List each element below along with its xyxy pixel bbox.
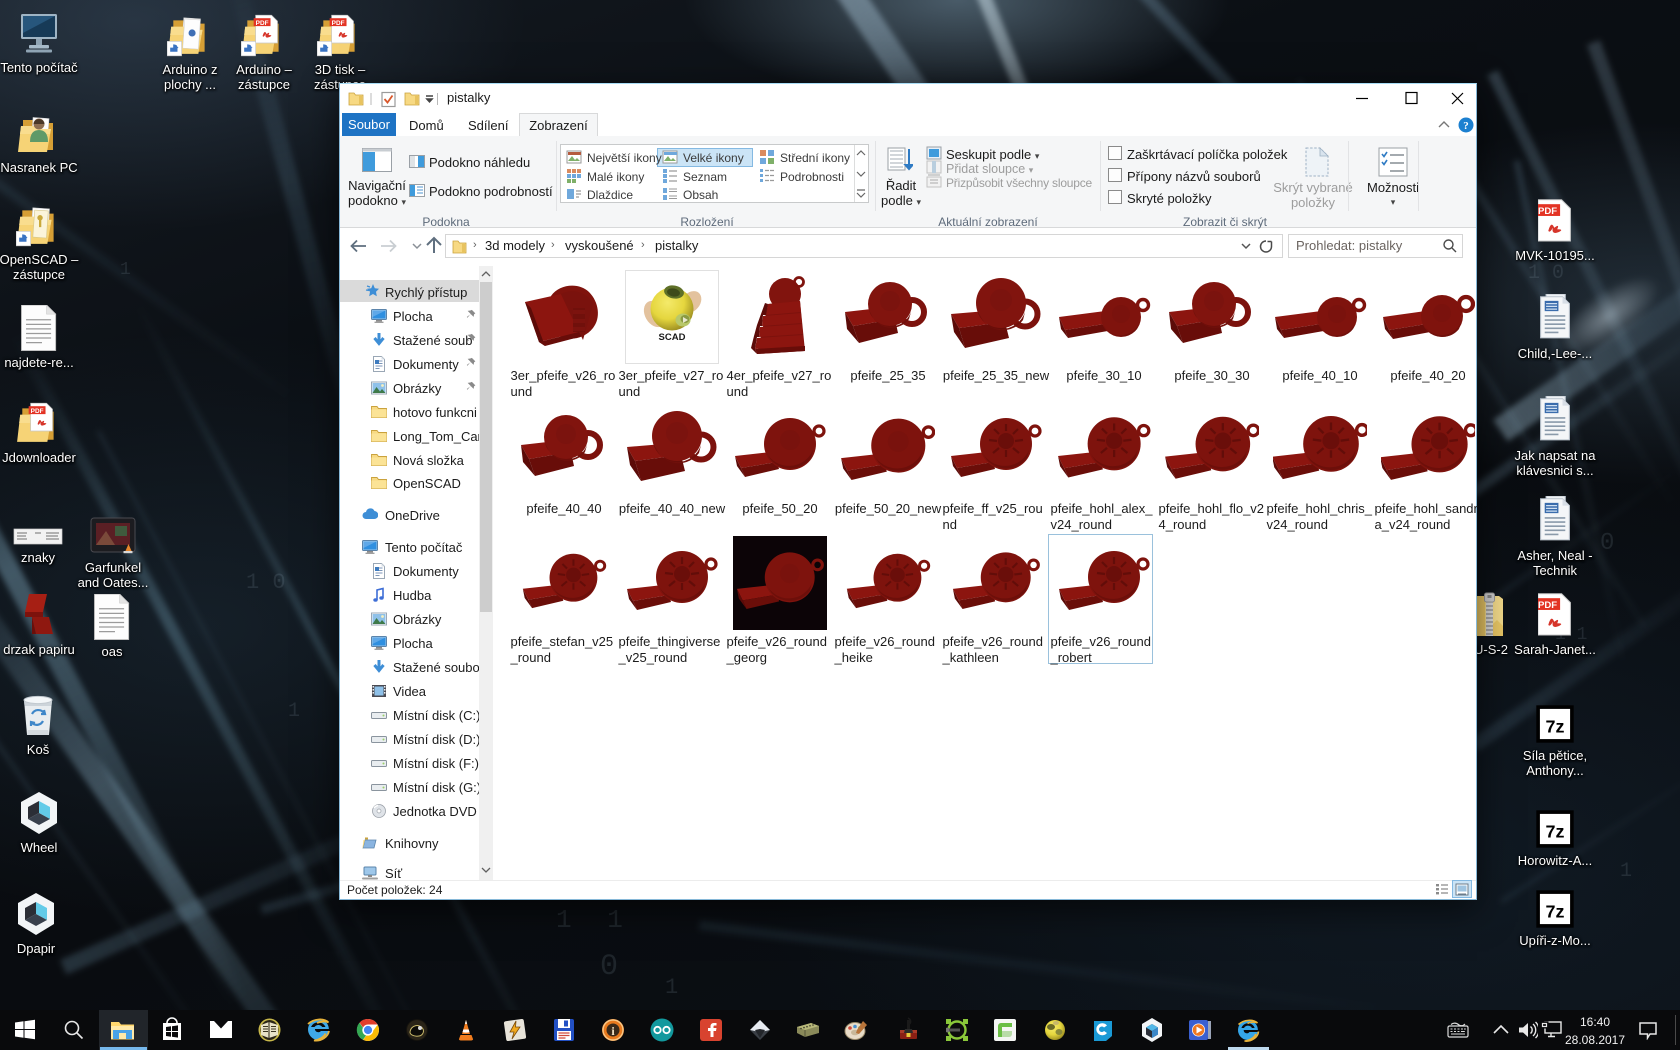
svg-text:SCAD: SCAD	[659, 332, 686, 343]
svg-text:?: ?	[1463, 120, 1469, 132]
svg-text:16:40: 16:40	[1580, 1015, 1610, 1029]
svg-text:28.08.2017: 28.08.2017	[1565, 1033, 1625, 1047]
